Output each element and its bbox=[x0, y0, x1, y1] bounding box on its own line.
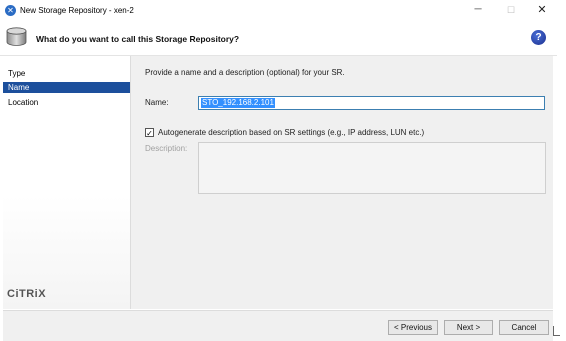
name-label: Name: bbox=[145, 98, 169, 107]
sidebar-item-name[interactable]: Name bbox=[3, 82, 130, 93]
page-title: What do you want to call this Storage Re… bbox=[36, 34, 240, 44]
wizard-footer: < Previous Next > Cancel bbox=[3, 310, 553, 341]
name-input[interactable]: STO_192.168.2.101 bbox=[198, 96, 545, 110]
sidebar-item-type[interactable]: Type bbox=[3, 68, 130, 79]
window-title: New Storage Repository - xen-2 bbox=[20, 6, 134, 15]
autogenerate-label[interactable]: Autogenerate description based on SR set… bbox=[158, 128, 424, 137]
cancel-button[interactable]: Cancel bbox=[499, 320, 549, 335]
wizard-header: What do you want to call this Storage Re… bbox=[0, 22, 557, 56]
close-button[interactable]: ✕ bbox=[535, 4, 549, 16]
previous-button[interactable]: < Previous bbox=[388, 320, 438, 335]
app-icon: ✕ bbox=[5, 5, 16, 16]
maximize-button[interactable]: ☐ bbox=[504, 4, 518, 16]
name-input-value: STO_192.168.2.101 bbox=[201, 98, 275, 108]
storage-icon bbox=[6, 27, 27, 46]
minimize-button[interactable]: ─ bbox=[471, 4, 485, 16]
description-field bbox=[198, 142, 546, 194]
wizard-sidebar: Type Name Location CiTRiX bbox=[3, 56, 131, 309]
instruction-text: Provide a name and a description (option… bbox=[145, 68, 345, 77]
wizard-content: Provide a name and a description (option… bbox=[131, 56, 553, 309]
help-icon[interactable]: ? bbox=[531, 30, 546, 45]
autogenerate-checkbox[interactable]: ✓ bbox=[145, 128, 154, 138]
next-button[interactable]: Next > bbox=[444, 320, 493, 335]
description-label: Description: bbox=[145, 144, 188, 153]
sidebar-item-location[interactable]: Location bbox=[3, 97, 130, 108]
citrix-logo: CiTRiX bbox=[7, 288, 47, 300]
title-bar: ✕ New Storage Repository - xen-2 ─ ☐ ✕ bbox=[0, 0, 557, 22]
resize-grip[interactable] bbox=[553, 326, 560, 336]
